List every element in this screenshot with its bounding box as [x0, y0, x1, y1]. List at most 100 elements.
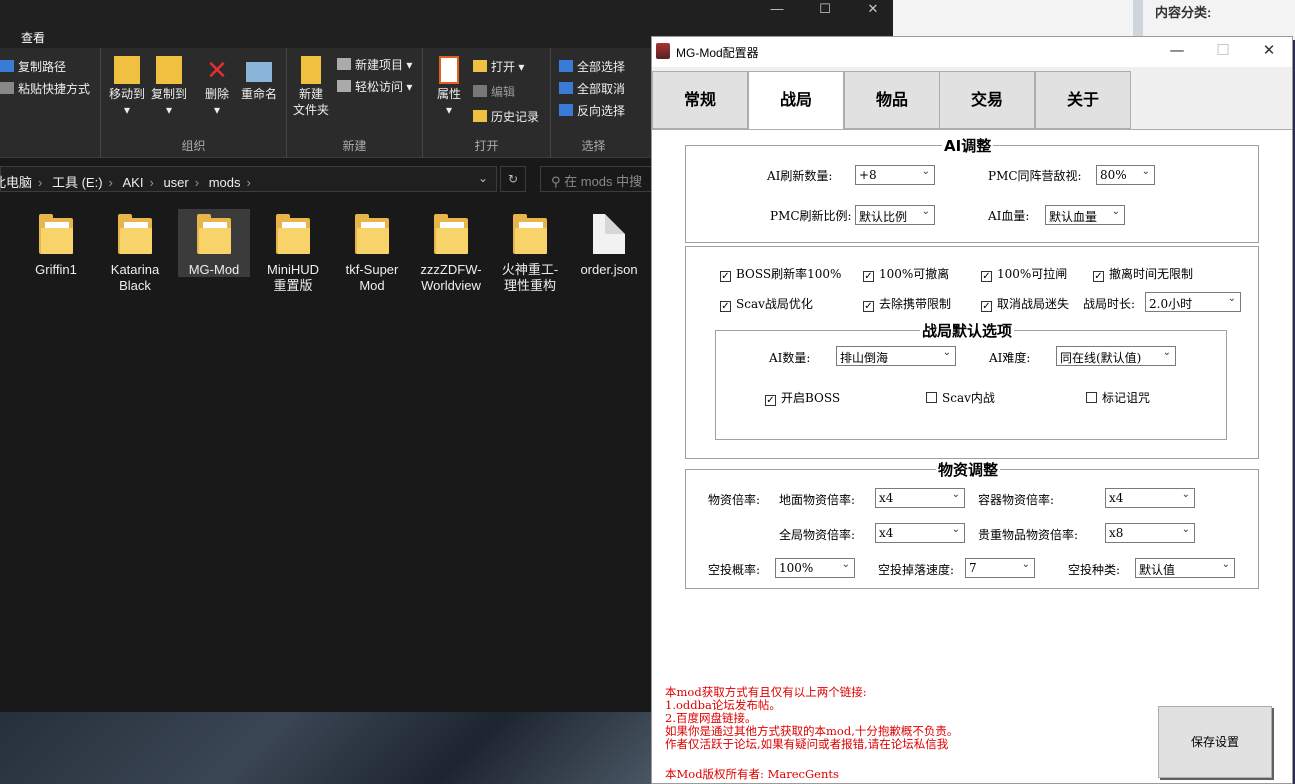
easy-access-button[interactable]: 轻松访问 ▾ [337, 78, 412, 95]
scav-war-checkbox[interactable]: Scav内战 [926, 389, 995, 406]
folder-icon [276, 214, 310, 254]
airdrop-type-select[interactable]: 默认值 ⌄ [1135, 558, 1235, 578]
properties-button[interactable]: 属性 ▾ [431, 56, 467, 118]
invert-selection-icon [559, 104, 573, 116]
chevron-down-icon: ⌄ [1111, 206, 1120, 217]
invert-selection-button[interactable]: 反向选择 [559, 102, 625, 119]
remove-carry-limit-checkbox[interactable]: ✓ 去除携带限制 [863, 295, 951, 312]
scav-opt-checkbox[interactable]: ✓ Scav战局优化 [720, 295, 813, 312]
tab-panel-raid: AI调整 AI刷新数量: +8 ⌄ PMC同阵营敌视: 80% ⌄ PMC刷新比例:… [652, 129, 1292, 783]
address-bar[interactable]: 此电脑› 工具 (E:)› AKI› user› mods› ⌄ [0, 166, 497, 192]
chevron-down-icon: ⌄ [1181, 489, 1190, 500]
no-time-limit-checkbox[interactable]: ✓ 撤离时间无限制 [1093, 265, 1193, 282]
maximize-button[interactable]: ☐ [1208, 41, 1238, 59]
tab-view[interactable]: 查看 [21, 29, 45, 46]
ai-adjust-group [685, 145, 1259, 243]
airdrop-speed-select[interactable]: 7 ⌄ [965, 558, 1035, 578]
loot-rate-label: 物资倍率: [708, 493, 761, 507]
checkbox-checked-icon: ✓ [765, 395, 776, 406]
global-loot-select[interactable]: x4 ⌄ [875, 523, 965, 543]
list-item[interactable]: Griffin1 [20, 209, 92, 278]
ai-refresh-label: AI刷新数量: [767, 169, 833, 183]
cancel-lost-checkbox[interactable]: ✓ 取消战局迷失 [981, 295, 1069, 312]
container-loot-label: 容器物资倍率: [978, 493, 1055, 507]
group-caption-open: 打开 [474, 139, 499, 153]
edit-button[interactable]: 编辑 [473, 83, 515, 100]
group-caption-select: 选择 [581, 139, 606, 153]
list-item[interactable]: order.json [573, 209, 645, 278]
folder-icon [355, 214, 389, 254]
airdrop-chance-select[interactable]: 100% ⌄ [775, 558, 855, 578]
minimize-button[interactable]: — [1162, 41, 1192, 59]
close-button[interactable]: ✕ [1254, 41, 1284, 59]
checkbox-checked-icon: ✓ [1093, 271, 1104, 282]
rename-button[interactable]: 重命名 [237, 56, 281, 102]
move-to-button[interactable]: 移动到 ▾ [105, 56, 149, 118]
lever-100-checkbox[interactable]: ✓ 100%可拉闸 [981, 265, 1067, 282]
valuable-loot-label: 贵重物品物资倍率: [978, 528, 1079, 542]
tab-general[interactable]: 常规 [652, 71, 748, 129]
save-settings-button[interactable]: 保存设置 [1158, 706, 1272, 778]
pmc-hostile-label: PMC同阵营敌视: [988, 169, 1082, 183]
select-all-button[interactable]: 全部选择 [559, 58, 625, 75]
delete-button[interactable]: ✕ 删除 ▾ [197, 56, 237, 118]
paste-shortcut-button[interactable]: 粘贴快捷方式 [0, 80, 90, 97]
ribbon-group-open: 属性 ▾ 打开 ▾ 编辑 历史记录 打开 [423, 48, 551, 158]
open-button[interactable]: 打开 ▾ [473, 58, 524, 75]
maximize-button[interactable]: ☐ [808, 0, 842, 20]
minimize-button[interactable]: — [760, 0, 794, 20]
tab-raid[interactable]: 战局 [748, 71, 844, 129]
pmc-hostile-select[interactable]: 80% ⌄ [1096, 165, 1155, 185]
new-folder-button[interactable]: 新建 文件夹 [291, 56, 331, 118]
list-item[interactable]: tkf-Super Mod [336, 209, 408, 294]
new-item-button[interactable]: 新建项目 ▾ [337, 56, 412, 73]
history-icon [473, 110, 487, 122]
group-caption-new: 新建 [342, 139, 367, 153]
tab-bar: 常规 战局 物品 交易 关于 [652, 71, 1292, 129]
ground-loot-select[interactable]: x4 ⌄ [875, 488, 965, 508]
breadcrumb-item[interactable]: user [163, 175, 188, 190]
ai-health-select[interactable]: 默认血量 ⌄ [1045, 205, 1125, 225]
breadcrumb-item[interactable]: 工具 (E:) [52, 175, 103, 190]
checkbox-checked-icon: ✓ [863, 301, 874, 312]
list-item[interactable]: MiniHUD 重置版 [257, 209, 329, 294]
container-loot-select[interactable]: x4 ⌄ [1105, 488, 1195, 508]
ribbon-group-select: 全部选择 全部取消 反向选择 选择 [551, 48, 636, 158]
search-input[interactable]: ⚲ 在 mods 中搜 [540, 166, 660, 192]
close-button[interactable]: ✕ [856, 0, 890, 20]
tab-trade[interactable]: 交易 [939, 71, 1035, 129]
enable-boss-checkbox[interactable]: ✓ 开启BOSS [765, 389, 840, 406]
ai-difficulty-select[interactable]: 同在线(默认值) ⌄ [1056, 346, 1176, 366]
ai-count-select[interactable]: 排山倒海 ⌄ [836, 346, 956, 366]
chevron-down-icon[interactable]: ⌄ [478, 171, 488, 185]
boss-rate-checkbox[interactable]: ✓ BOSS刷新率100% [720, 265, 841, 282]
pmc-ratio-select[interactable]: 默认比例 ⌄ [855, 205, 935, 225]
list-item[interactable]: Katarina Black [99, 209, 171, 294]
chevron-down-icon: ⌄ [841, 559, 850, 570]
history-button[interactable]: 历史记录 [473, 108, 539, 125]
refresh-button[interactable]: ↻ [500, 166, 526, 192]
airdrop-speed-label: 空投掉落速度: [878, 563, 955, 577]
copy-path-button[interactable]: 复制路径 [0, 58, 66, 75]
list-item[interactable]: 火神重工- 理性重构 [494, 209, 566, 294]
copy-to-button[interactable]: 复制到 ▾ [147, 56, 191, 118]
breadcrumb-item[interactable]: AKI [123, 175, 144, 190]
extract-100-checkbox[interactable]: ✓ 100%可撤离 [863, 265, 949, 282]
ai-refresh-select[interactable]: +8 ⌄ [855, 165, 935, 185]
chevron-down-icon: ⌄ [1021, 559, 1030, 570]
breadcrumb-item[interactable]: mods [209, 175, 241, 190]
pmc-ratio-label: PMC刷新比例: [770, 209, 852, 223]
tab-items[interactable]: 物品 [844, 71, 940, 129]
airdrop-type-label: 空投种类: [1068, 563, 1121, 577]
breadcrumb-item[interactable]: 此电脑 [0, 175, 32, 190]
select-none-button[interactable]: 全部取消 [559, 80, 625, 97]
raid-time-select[interactable]: 2.0小时 ⌄ [1145, 292, 1241, 312]
list-item[interactable]: zzzZDFW- Worldview [415, 209, 487, 294]
chevron-down-icon: ⌄ [921, 206, 930, 217]
mark-curse-checkbox[interactable]: 标记诅咒 [1086, 389, 1150, 406]
checkbox-checked-icon: ✓ [981, 301, 992, 312]
list-item-selected[interactable]: MG-Mod [178, 209, 250, 277]
airdrop-chance-label: 空投概率: [708, 563, 761, 577]
tab-about[interactable]: 关于 [1035, 71, 1131, 129]
valuable-loot-select[interactable]: x8 ⌄ [1105, 523, 1195, 543]
